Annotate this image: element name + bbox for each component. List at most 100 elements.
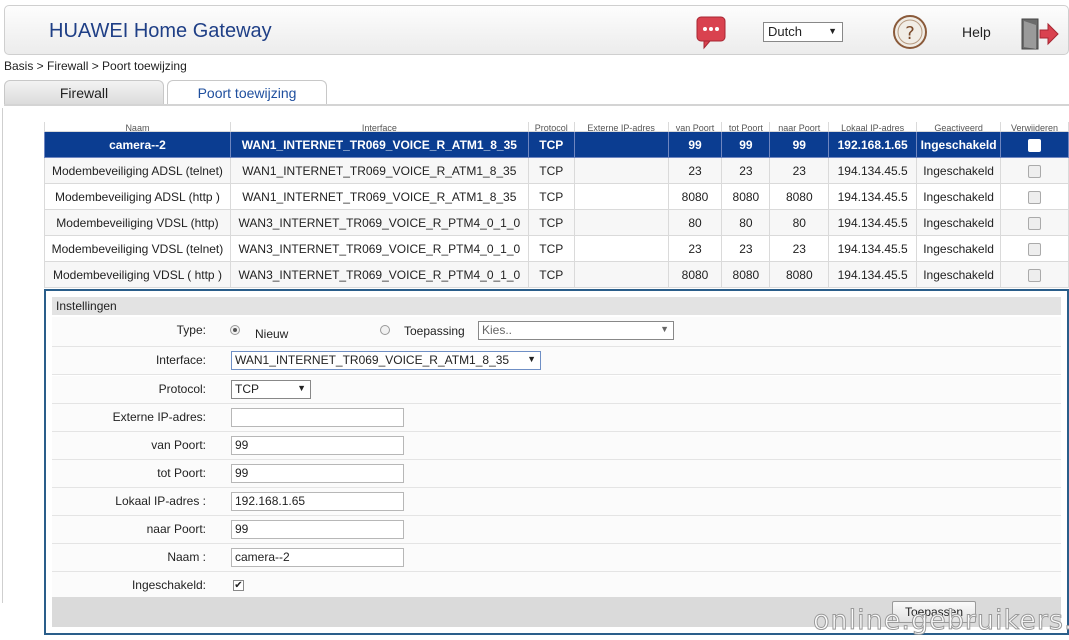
interface-row: Interface: WAN1_INTERNET_TR069_VOICE_R_A… bbox=[52, 347, 1061, 375]
message-icon[interactable] bbox=[695, 15, 727, 51]
table-row[interactable]: Modembeveiliging VDSL (http) WAN3_INTERNE… bbox=[44, 209, 1069, 236]
cell-iface: WAN1_INTERNET_TR069_VOICE_R_ATM1_8_35 bbox=[229, 131, 529, 158]
application-select[interactable]: Kies.. ▼ bbox=[478, 321, 674, 340]
cell-naam: Modembeveiliging VDSL (http) bbox=[44, 209, 231, 236]
cell-iface: WAN3_INTERNET_TR069_VOICE_R_PTM4_0_1_0 bbox=[229, 209, 529, 236]
header-naam[interactable]: Naam bbox=[44, 122, 231, 132]
settings-panel: Instellingen Type: Nieuw Toepassing Kies… bbox=[44, 289, 1069, 635]
cell-van: 23 bbox=[667, 157, 723, 184]
table-row[interactable]: camera--2 WAN1_INTERNET_TR069_VOICE_R_ATM… bbox=[44, 131, 1069, 158]
chevron-down-icon: ▼ bbox=[297, 383, 306, 393]
table-row[interactable]: Modembeveiliging VDSL ( http ) WAN3_INTER… bbox=[44, 261, 1069, 288]
tot-poort-label: tot Poort: bbox=[157, 466, 206, 480]
cell-ext bbox=[573, 209, 669, 236]
header-geactiveerd[interactable]: Geactiveerd bbox=[916, 122, 1002, 132]
external-ip-label: Externe IP-adres: bbox=[112, 410, 206, 424]
cell-naam: Modembeveiliging VDSL (telnet) bbox=[44, 235, 231, 262]
header-lokaal-ip[interactable]: Lokaal IP-adres bbox=[828, 122, 918, 132]
delete-checkbox[interactable] bbox=[1028, 138, 1042, 152]
external-ip-input[interactable] bbox=[231, 408, 404, 427]
cell-proto: TCP bbox=[527, 157, 575, 184]
delete-checkbox[interactable] bbox=[1028, 242, 1042, 256]
type-application-radio[interactable] bbox=[380, 325, 390, 335]
cell-tot: 23 bbox=[721, 235, 771, 262]
language-value: Dutch bbox=[768, 24, 802, 39]
table-row[interactable]: Modembeveiliging ADSL (http ) WAN1_INTERN… bbox=[44, 183, 1069, 210]
cell-iface: WAN3_INTERNET_TR069_VOICE_R_PTM4_0_1_0 bbox=[229, 235, 529, 262]
protocol-select[interactable]: TCP ▼ bbox=[231, 380, 311, 399]
help-link[interactable]: Help bbox=[962, 24, 991, 40]
cell-tot: 80 bbox=[721, 209, 771, 236]
cell-status: Ingeschakeld bbox=[916, 209, 1002, 236]
table-row[interactable]: Modembeveiliging ADSL (telnet) WAN1_INTER… bbox=[44, 157, 1069, 184]
lokaal-ip-label: Lokaal IP-adres : bbox=[115, 494, 206, 508]
svg-text:?: ? bbox=[905, 23, 915, 44]
protocol-label: Protocol: bbox=[158, 382, 206, 396]
cell-lokaal: 194.134.45.5 bbox=[828, 183, 918, 210]
breadcrumb: Basis > Firewall > Poort toewijzing bbox=[4, 59, 187, 73]
type-new-label: Nieuw bbox=[255, 327, 289, 341]
naam-input[interactable]: camera--2 bbox=[231, 548, 404, 567]
header-interface[interactable]: Interface bbox=[229, 122, 529, 132]
cell-lokaal: 194.134.45.5 bbox=[828, 209, 918, 236]
cell-delete bbox=[1000, 235, 1069, 262]
delete-checkbox[interactable] bbox=[1028, 164, 1042, 178]
interface-label: Interface: bbox=[155, 353, 206, 367]
header-verwijderen[interactable]: Verwijderen bbox=[1000, 122, 1069, 132]
tab-divider bbox=[4, 104, 1069, 106]
header-externe-ip[interactable]: Externe IP-adres bbox=[573, 122, 669, 132]
header-tot-poort[interactable]: tot Poort bbox=[721, 122, 771, 132]
tab-poort-toewijzing[interactable]: Poort toewijzing bbox=[167, 80, 327, 104]
application-placeholder: Kies.. bbox=[482, 323, 513, 337]
cell-naam: Modembeveiliging ADSL (http ) bbox=[44, 183, 231, 210]
cell-ext bbox=[573, 131, 669, 158]
type-row: Type: Nieuw Toepassing Kies.. ▼ bbox=[52, 317, 1061, 347]
port-mapping-table: Naam Interface Protocol Externe IP-adres… bbox=[44, 122, 1069, 288]
van-poort-input[interactable]: 99 bbox=[231, 436, 404, 455]
brand-title: HUAWEI Home Gateway bbox=[49, 20, 272, 42]
cell-naam: Modembeveiliging ADSL (telnet) bbox=[44, 157, 231, 184]
chevron-down-icon: ▼ bbox=[527, 354, 536, 364]
cell-lokaal: 194.134.45.5 bbox=[828, 157, 918, 184]
logout-icon[interactable] bbox=[1020, 17, 1060, 51]
header-van-poort[interactable]: van Poort bbox=[667, 122, 723, 132]
cell-status: Ingeschakeld bbox=[916, 131, 1002, 158]
type-label: Type: bbox=[176, 323, 206, 337]
cell-van: 99 bbox=[667, 131, 723, 158]
cell-iface: WAN1_INTERNET_TR069_VOICE_R_ATM1_8_35 bbox=[229, 183, 529, 210]
cell-naam: Modembeveiliging VDSL ( http ) bbox=[44, 261, 231, 288]
cell-van: 80 bbox=[667, 209, 723, 236]
van-poort-label: van Poort: bbox=[151, 438, 206, 452]
cell-delete bbox=[1000, 209, 1069, 236]
cell-proto: TCP bbox=[527, 183, 575, 210]
external-ip-row: Externe IP-adres: bbox=[52, 404, 1061, 432]
interface-select[interactable]: WAN1_INTERNET_TR069_VOICE_R_ATM1_8_35 ▼ bbox=[231, 351, 541, 370]
cell-iface: WAN1_INTERNET_TR069_VOICE_R_ATM1_8_35 bbox=[229, 157, 529, 184]
cell-naar: 80 bbox=[769, 209, 830, 236]
delete-checkbox[interactable] bbox=[1028, 268, 1042, 282]
protocol-value: TCP bbox=[235, 382, 259, 396]
enabled-row: Ingeschakeld: ✔ bbox=[52, 572, 1061, 600]
delete-checkbox[interactable] bbox=[1028, 190, 1042, 204]
protocol-row: Protocol: TCP ▼ bbox=[52, 376, 1061, 404]
help-icon[interactable]: ? bbox=[892, 14, 928, 50]
language-select[interactable]: Dutch ▼ bbox=[763, 22, 843, 42]
chevron-down-icon: ▼ bbox=[660, 324, 669, 334]
table-header-row: Naam Interface Protocol Externe IP-adres… bbox=[44, 122, 1069, 132]
type-new-radio[interactable] bbox=[230, 325, 240, 335]
lokaal-ip-input[interactable]: 192.168.1.65 bbox=[231, 492, 404, 511]
naar-poort-input[interactable]: 99 bbox=[231, 520, 404, 539]
tab-bar: Firewall Poort toewijzing bbox=[4, 80, 1069, 106]
header-protocol[interactable]: Protocol bbox=[527, 122, 575, 132]
header-naar-poort[interactable]: naar Poort bbox=[769, 122, 830, 132]
cell-naar: 23 bbox=[769, 235, 830, 262]
enabled-checkbox[interactable]: ✔ bbox=[233, 580, 244, 591]
table-row[interactable]: Modembeveiliging VDSL (telnet) WAN3_INTER… bbox=[44, 235, 1069, 262]
enabled-label: Ingeschakeld: bbox=[131, 578, 206, 592]
cell-proto: TCP bbox=[527, 209, 575, 236]
delete-checkbox[interactable] bbox=[1028, 216, 1042, 230]
van-poort-row: van Poort: 99 bbox=[52, 432, 1061, 460]
tab-firewall[interactable]: Firewall bbox=[4, 80, 164, 104]
tot-poort-input[interactable]: 99 bbox=[231, 464, 404, 483]
naar-poort-label: naar Poort: bbox=[146, 522, 206, 536]
